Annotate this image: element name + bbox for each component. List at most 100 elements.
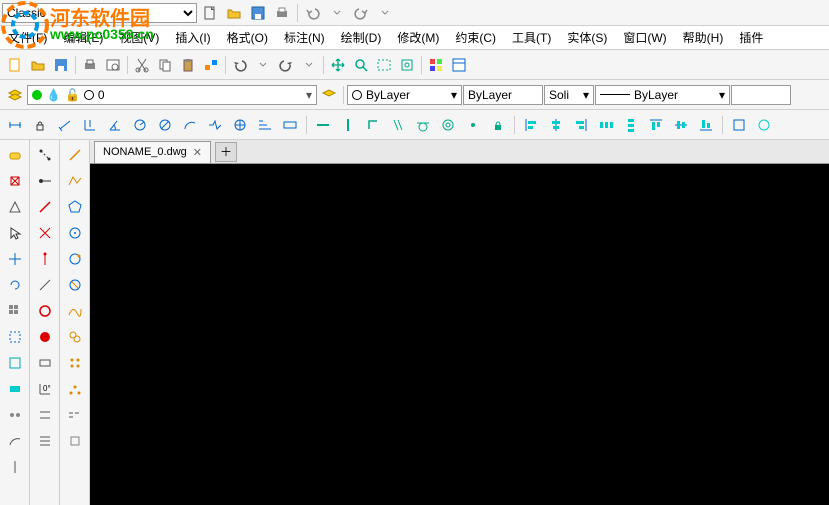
erase-icon[interactable]	[3, 144, 27, 166]
three-dots-icon[interactable]	[63, 378, 87, 400]
move-icon[interactable]	[3, 248, 27, 270]
parallel-lines-icon[interactable]	[33, 404, 57, 426]
line-icon[interactable]	[63, 144, 87, 166]
print-icon[interactable]	[271, 2, 293, 24]
polyline-icon[interactable]	[63, 170, 87, 192]
line-cross-icon[interactable]	[33, 222, 57, 244]
new-file-icon[interactable]	[4, 54, 26, 76]
menu-format[interactable]: 格式(O)	[219, 29, 276, 46]
polygon-icon[interactable]	[63, 196, 87, 218]
constraint-perpendicular-icon[interactable]	[362, 114, 384, 136]
undo-icon[interactable]	[229, 54, 251, 76]
dim-jogged-icon[interactable]	[204, 114, 226, 136]
constraint-tangent-icon[interactable]	[412, 114, 434, 136]
triangle-icon[interactable]	[3, 196, 27, 218]
dim-continue-icon[interactable]	[279, 114, 301, 136]
two-circles-icon[interactable]	[63, 326, 87, 348]
color-selector[interactable]: ByLayer ▾	[347, 85, 462, 105]
tool-b-icon[interactable]	[3, 378, 27, 400]
layer-previous-icon[interactable]	[318, 84, 340, 106]
arc-icon[interactable]	[63, 248, 87, 270]
four-dots-icon[interactable]	[63, 352, 87, 374]
add-tab-button[interactable]: ＋	[215, 142, 237, 162]
save-file-icon[interactable]	[50, 54, 72, 76]
constraint-concentric-icon[interactable]	[437, 114, 459, 136]
cut-icon[interactable]	[131, 54, 153, 76]
new-icon[interactable]	[199, 2, 221, 24]
line-red-icon[interactable]	[33, 196, 57, 218]
print-icon[interactable]	[79, 54, 101, 76]
tool-misc-2-icon[interactable]	[753, 114, 775, 136]
menu-insert[interactable]: 插入(I)	[167, 29, 218, 46]
constraint-parallel-icon[interactable]	[387, 114, 409, 136]
endpoint-icon[interactable]	[33, 170, 57, 192]
zoom-extents-icon[interactable]	[396, 54, 418, 76]
cursor-icon[interactable]	[3, 222, 27, 244]
tool-misc-1-icon[interactable]	[728, 114, 750, 136]
menu-constraint[interactable]: 约束(C)	[447, 29, 504, 46]
angle-tool-icon[interactable]: 0°	[33, 378, 57, 400]
menu-tools[interactable]: 工具(T)	[504, 29, 559, 46]
constraint-fix-icon[interactable]	[487, 114, 509, 136]
align-right-icon[interactable]	[570, 114, 592, 136]
dim-angular-icon[interactable]	[104, 114, 126, 136]
align-bottom-icon[interactable]	[695, 114, 717, 136]
close-tab-icon[interactable]: ✕	[193, 146, 202, 159]
hatch-icon[interactable]	[3, 326, 27, 348]
dim-arc-icon[interactable]	[179, 114, 201, 136]
menu-edit[interactable]: 编辑(E)	[55, 29, 111, 46]
zoom-window-icon[interactable]	[373, 54, 395, 76]
dim-radius-icon[interactable]	[129, 114, 151, 136]
undo-dropdown-icon[interactable]	[252, 54, 274, 76]
redo-icon[interactable]	[350, 2, 372, 24]
dim-aligned-icon[interactable]	[54, 114, 76, 136]
arc-tool-icon[interactable]	[3, 430, 27, 452]
vertical-icon[interactable]	[3, 456, 27, 478]
align-left-icon[interactable]	[520, 114, 542, 136]
multi-line-icon[interactable]	[33, 430, 57, 452]
linetype-selector-a[interactable]: ByLayer	[463, 85, 543, 105]
vert-line-icon[interactable]	[33, 248, 57, 270]
menu-draw[interactable]: 绘制(D)	[333, 29, 390, 46]
properties-panel-icon[interactable]	[448, 54, 470, 76]
constraint-horizontal-icon[interactable]	[312, 114, 334, 136]
tool-c-icon[interactable]	[3, 404, 27, 426]
open-file-icon[interactable]	[27, 54, 49, 76]
delete-icon[interactable]	[3, 170, 27, 192]
menu-window[interactable]: 窗口(W)	[615, 29, 674, 46]
redo-dropdown-icon[interactable]	[298, 54, 320, 76]
diag-line-icon[interactable]	[33, 274, 57, 296]
layer-selector[interactable]: 💧 🔓 0 ▾	[27, 85, 317, 105]
linetype-selector-b[interactable]: Soli▾	[544, 85, 594, 105]
zoom-realtime-icon[interactable]	[350, 54, 372, 76]
extra-tool-icon[interactable]	[63, 430, 87, 452]
undo-dropdown-icon[interactable]	[326, 2, 348, 24]
menu-plugin[interactable]: 插件	[731, 29, 771, 46]
rotate-icon[interactable]	[3, 274, 27, 296]
menu-entity[interactable]: 实体(S)	[559, 29, 615, 46]
constraint-coincident-icon[interactable]	[462, 114, 484, 136]
distribute-h-icon[interactable]	[595, 114, 617, 136]
pan-icon[interactable]	[327, 54, 349, 76]
copy-icon[interactable]	[154, 54, 176, 76]
dim-lock-icon[interactable]	[29, 114, 51, 136]
match-props-icon[interactable]	[200, 54, 222, 76]
dashes-icon[interactable]	[63, 404, 87, 426]
dim-linear-icon[interactable]	[4, 114, 26, 136]
menu-file[interactable]: 文件(F)	[0, 29, 55, 46]
point-tool-icon[interactable]	[33, 144, 57, 166]
open-icon[interactable]	[223, 2, 245, 24]
align-middle-icon[interactable]	[670, 114, 692, 136]
dim-diameter-icon[interactable]	[154, 114, 176, 136]
rect-tool-icon[interactable]	[33, 352, 57, 374]
tool-a-icon[interactable]	[3, 352, 27, 374]
distribute-v-icon[interactable]	[620, 114, 642, 136]
extra-selector[interactable]	[731, 85, 791, 105]
paste-icon[interactable]	[177, 54, 199, 76]
grid-icon[interactable]	[3, 300, 27, 322]
undo-icon[interactable]	[302, 2, 324, 24]
align-center-icon[interactable]	[545, 114, 567, 136]
drawing-canvas[interactable]	[90, 164, 829, 505]
spline-icon[interactable]	[63, 300, 87, 322]
align-top-icon[interactable]	[645, 114, 667, 136]
